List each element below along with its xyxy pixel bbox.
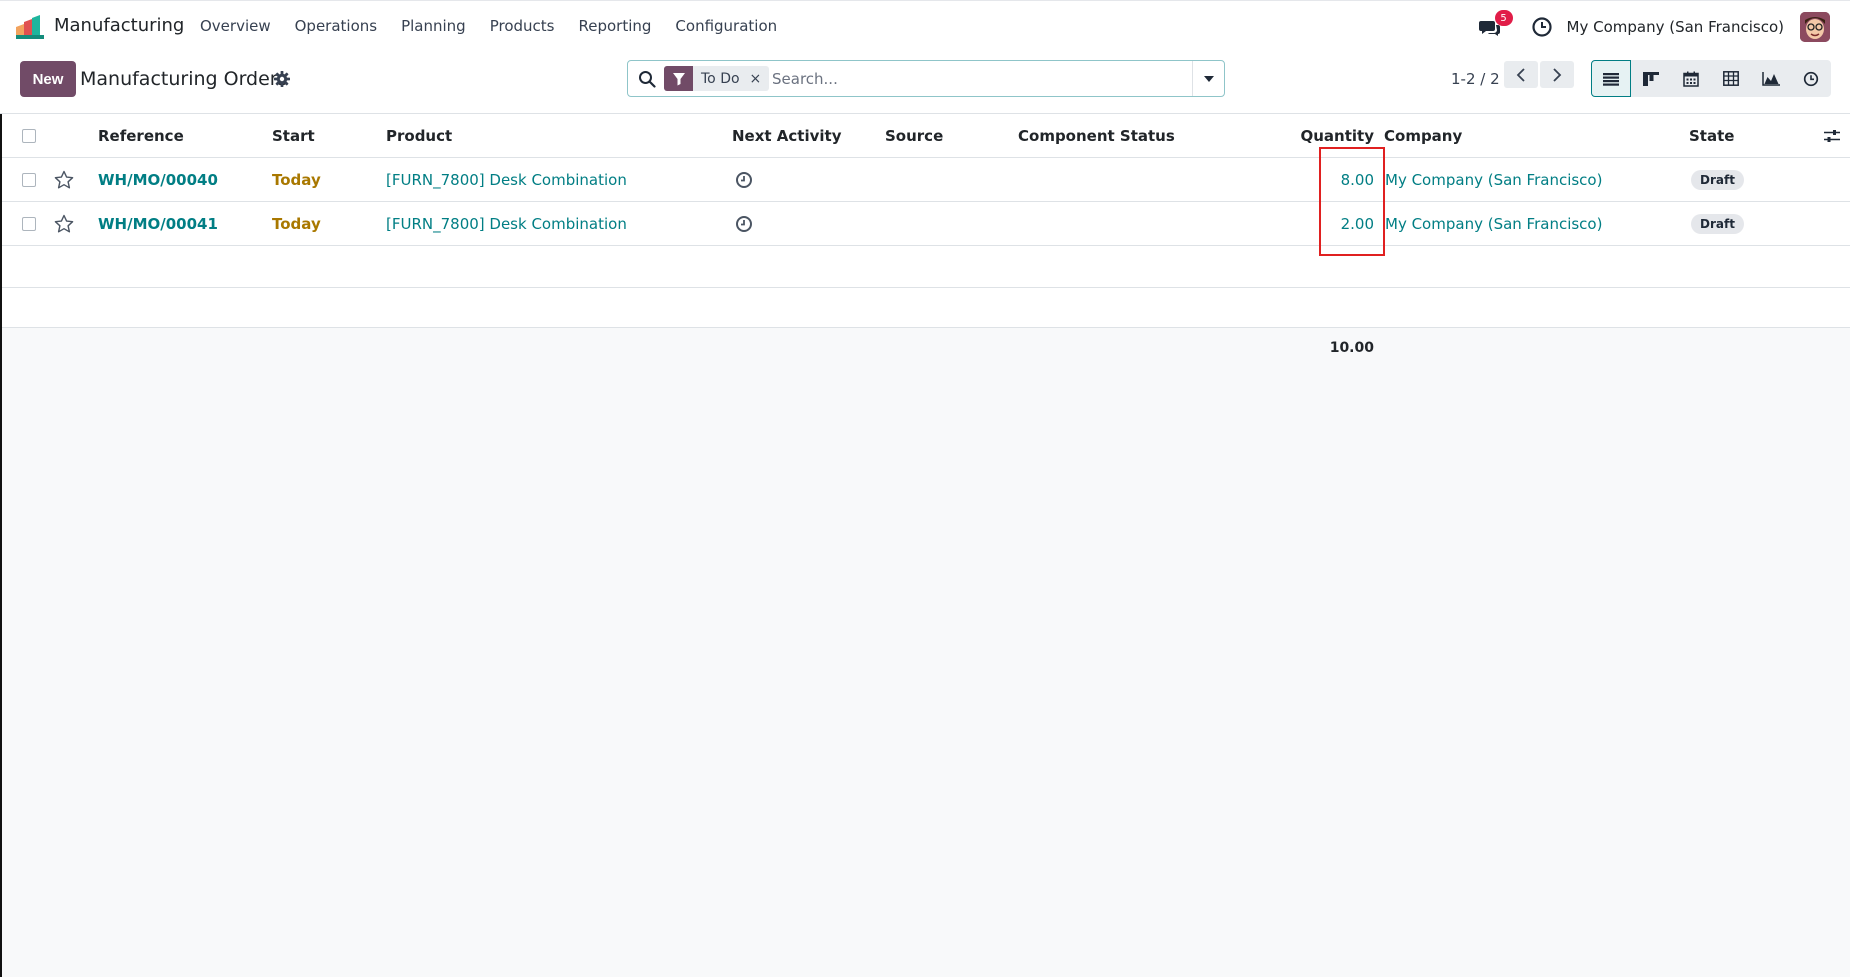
column-header-component-status[interactable]: Component Status (1018, 114, 1175, 158)
activity-clock-icon[interactable] (735, 158, 753, 202)
area-chart-icon (1762, 71, 1780, 86)
row-checkbox[interactable] (22, 173, 36, 187)
chevron-left-icon (1516, 67, 1525, 82)
priority-star-icon[interactable] (54, 202, 74, 246)
filter-icon (664, 66, 693, 91)
navbar-right: 5 My Company (San Francisco) (1478, 10, 1830, 42)
select-all-checkbox[interactable] (22, 129, 36, 143)
column-header-quantity[interactable]: Quantity (1301, 114, 1375, 158)
pager-value[interactable]: 1-2 / 2 (1451, 70, 1500, 88)
gear-icon[interactable] (273, 70, 291, 88)
quantity-total: 10.00 (1329, 340, 1374, 356)
row-select-cell (22, 158, 36, 202)
clock-icon[interactable] (1531, 16, 1553, 38)
pager-next-button[interactable] (1540, 61, 1574, 88)
search-facet-todo: To Do × (664, 66, 770, 91)
search-input[interactable] (772, 67, 1172, 91)
priority-star-icon[interactable] (54, 158, 74, 202)
search-icon[interactable] (638, 70, 656, 88)
start-date-cell: Today (272, 171, 321, 189)
app-logo-icon[interactable] (16, 15, 44, 39)
table-row[interactable]: WH/MO/00040 Today [FURN_7800] Desk Combi… (2, 158, 1850, 202)
start-date-cell: Today (272, 215, 321, 233)
column-header-reference[interactable]: Reference (98, 114, 184, 158)
user-avatar-icon (1800, 12, 1830, 42)
menu-planning[interactable]: Planning (401, 17, 466, 35)
empty-row (2, 246, 1850, 288)
control-panel: New Manufacturing Orders To Do × Search.… (0, 52, 1850, 114)
row-select-cell (22, 202, 36, 246)
facet-remove-icon[interactable]: × (750, 66, 770, 91)
clock-icon (1803, 71, 1819, 86)
graph-view-button[interactable] (1751, 60, 1791, 97)
calendar-icon (1683, 71, 1699, 87)
messages-count-badge: 5 (1494, 10, 1513, 26)
sliders-icon (1824, 130, 1840, 142)
new-button[interactable]: New (20, 61, 76, 97)
list-icon (1603, 72, 1619, 86)
app-name[interactable]: Manufacturing (54, 15, 184, 36)
menu-reporting[interactable]: Reporting (579, 17, 652, 35)
empty-row (2, 288, 1850, 328)
menu-configuration[interactable]: Configuration (675, 17, 777, 35)
state-cell: Draft (1691, 158, 1744, 202)
reference-cell[interactable]: WH/MO/00041 (98, 202, 218, 246)
status-badge: Draft (1691, 170, 1744, 190)
calendar-view-button[interactable] (1671, 60, 1711, 97)
column-header-source[interactable]: Source (885, 114, 943, 158)
messaging-button[interactable]: 5 (1478, 10, 1513, 40)
top-navbar: Manufacturing Overview Operations Planni… (0, 0, 1850, 52)
list-view-button[interactable] (1591, 60, 1631, 97)
pager-previous-button[interactable] (1504, 61, 1538, 88)
facet-label: To Do (701, 70, 740, 87)
product-cell[interactable]: [FURN_7800] Desk Combination (386, 202, 627, 246)
search-options-toggle[interactable] (1192, 61, 1224, 96)
row-checkbox[interactable] (22, 217, 36, 231)
activity-view-button[interactable] (1791, 60, 1831, 97)
product-cell[interactable]: [FURN_7800] Desk Combination (386, 158, 627, 202)
pivot-view-button[interactable] (1711, 60, 1751, 97)
search-bar: To Do × (627, 60, 1225, 97)
menu-operations[interactable]: Operations (295, 17, 377, 35)
avatar[interactable] (1800, 12, 1830, 42)
reference-cell[interactable]: WH/MO/00040 (98, 158, 218, 202)
quantity-cell: 2.00 (1340, 215, 1374, 233)
table-row[interactable]: WH/MO/00041 Today [FURN_7800] Desk Combi… (2, 202, 1850, 246)
kanban-view-button[interactable] (1631, 60, 1671, 97)
quantity-cell: 8.00 (1340, 171, 1374, 189)
list-view: Reference Start Product Next Activity So… (0, 114, 1850, 977)
table-icon (1723, 71, 1739, 86)
activity-clock-icon[interactable] (735, 202, 753, 246)
state-cell: Draft (1691, 202, 1744, 246)
table-header: Reference Start Product Next Activity So… (2, 114, 1850, 158)
company-cell[interactable]: My Company (San Francisco) (1385, 158, 1602, 202)
column-header-next-activity[interactable]: Next Activity (732, 114, 841, 158)
view-switcher (1591, 60, 1831, 97)
menu-products[interactable]: Products (490, 17, 555, 35)
column-header-state[interactable]: State (1689, 114, 1734, 158)
page-title: Manufacturing Orders (80, 68, 288, 90)
menu-overview[interactable]: Overview (200, 17, 271, 35)
column-header-company[interactable]: Company (1384, 114, 1462, 158)
chevron-right-icon (1553, 67, 1562, 82)
column-header-start[interactable]: Start (272, 114, 315, 158)
company-cell[interactable]: My Company (San Francisco) (1385, 202, 1602, 246)
company-switcher[interactable]: My Company (San Francisco) (1567, 18, 1784, 36)
status-badge: Draft (1691, 214, 1744, 234)
select-all-cell (22, 114, 36, 158)
kanban-icon (1643, 71, 1659, 86)
main-menu: Overview Operations Planning Products Re… (200, 17, 801, 35)
optional-columns-toggle[interactable] (1824, 114, 1840, 158)
caret-down-icon (1203, 75, 1214, 82)
column-header-product[interactable]: Product (386, 114, 452, 158)
